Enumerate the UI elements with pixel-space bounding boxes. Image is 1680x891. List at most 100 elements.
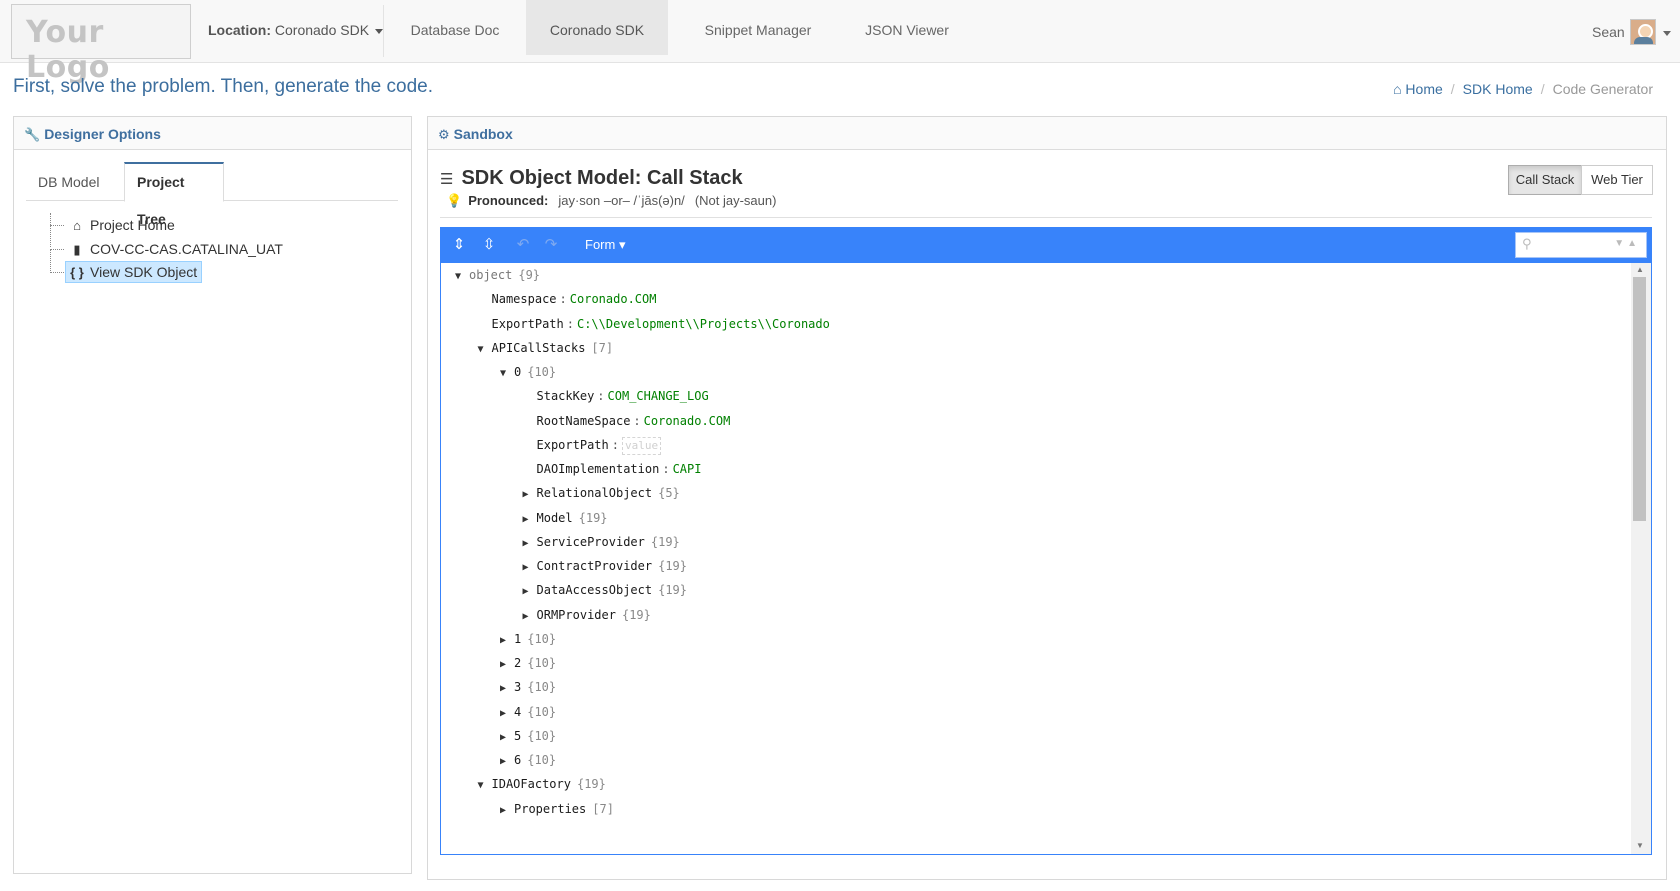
json-key[interactable]: object: [469, 268, 512, 282]
json-key[interactable]: APICallStacks: [492, 341, 586, 355]
json-tree-row[interactable]: RootNameSpace: Coronado.COM: [515, 409, 731, 433]
search-input[interactable]: ⚲ ▼▲: [1515, 232, 1647, 258]
scrollbar-thumb[interactable]: [1633, 277, 1646, 521]
json-tree-row[interactable]: ▶ 1 {10}: [492, 627, 556, 651]
json-tree-row[interactable]: ▼ object {9}: [447, 263, 540, 287]
mode-dropdown[interactable]: Form ▾: [585, 237, 625, 253]
expand-toggle-icon[interactable]: ▶: [492, 750, 514, 774]
json-tree-row[interactable]: ▶ 6 {10}: [492, 748, 556, 772]
json-key[interactable]: StackKey: [537, 389, 595, 403]
tab-project-tree[interactable]: Project Tree: [124, 162, 224, 227]
expand-toggle-icon[interactable]: ▶: [492, 677, 514, 701]
json-tree-row[interactable]: ▶ ContractProvider {19}: [515, 554, 687, 580]
collapse-toggle-icon[interactable]: ▼: [447, 265, 469, 289]
expand-all-icon[interactable]: ⇕: [447, 234, 471, 256]
search-nav-icon[interactable]: ▼▲: [1614, 238, 1640, 249]
json-tree-row[interactable]: ▶ RelationalObject {5}: [515, 481, 679, 507]
expand-toggle-icon[interactable]: ▶: [515, 580, 537, 604]
tree-item-database[interactable]: ▮ COV-CC-CAS.CATALINA_UAT: [66, 238, 287, 260]
expand-toggle-icon[interactable]: ▶: [492, 629, 514, 653]
json-key[interactable]: 0: [514, 365, 521, 379]
json-key[interactable]: Properties: [514, 802, 586, 816]
json-key[interactable]: ORMProvider: [537, 608, 616, 622]
nav-tab-coronado-sdk[interactable]: Coronado SDK: [526, 0, 668, 55]
chevron-down-icon[interactable]: [1663, 31, 1671, 36]
json-tree-row[interactable]: ▶ ServiceProvider {19}: [515, 530, 679, 556]
breadcrumb-home[interactable]: ⌂ Home: [1393, 81, 1443, 97]
tree-item-project-home[interactable]: ⌂ Project Home: [66, 214, 179, 236]
json-value[interactable]: COM_CHANGE_LOG: [608, 389, 709, 403]
undo-icon[interactable]: ↶: [511, 234, 535, 256]
json-key[interactable]: RelationalObject: [537, 486, 653, 500]
tab-db-model[interactable]: DB Model: [26, 162, 111, 202]
expand-toggle-icon[interactable]: ▶: [515, 605, 537, 629]
json-tree-row[interactable]: ▼ APICallStacks [7]: [470, 336, 613, 362]
json-key[interactable]: 2: [514, 656, 521, 670]
call-stack-button[interactable]: Call Stack: [1508, 165, 1582, 195]
collapse-toggle-icon[interactable]: ▼: [470, 338, 492, 362]
json-key[interactable]: 6: [514, 753, 521, 767]
json-value[interactable]: C:\\Development\\Projects\\Coronado: [577, 317, 830, 331]
json-tree-row[interactable]: ▶ ORMProvider {19}: [515, 603, 650, 629]
nav-tab-snippet-manager[interactable]: Snippet Manager: [684, 0, 832, 55]
json-key[interactable]: Model: [537, 511, 573, 525]
json-key[interactable]: DataAccessObject: [537, 583, 653, 597]
json-tree-row[interactable]: ExportPath: C:\\Development\\Projects\\Co…: [470, 312, 830, 336]
collapse-toggle-icon[interactable]: ▼: [492, 362, 514, 386]
collapse-toggle-icon[interactable]: ▼: [470, 774, 492, 798]
redo-icon[interactable]: ↷: [539, 234, 563, 256]
avatar[interactable]: [1630, 19, 1656, 45]
location-dropdown[interactable]: Location: Coronado SDK: [208, 22, 384, 38]
web-tier-button[interactable]: Web Tier: [1581, 165, 1653, 195]
expand-toggle-icon[interactable]: ▶: [492, 799, 514, 823]
json-key[interactable]: ExportPath: [492, 317, 564, 331]
json-value[interactable]: CAPI: [673, 462, 702, 476]
json-key[interactable]: Namespace: [492, 292, 557, 306]
json-tree-row[interactable]: ExportPath: value: [515, 433, 662, 457]
scrollbar[interactable]: ▲ ▼: [1631, 263, 1651, 854]
nav-tab-database-doc[interactable]: Database Doc: [384, 0, 526, 55]
json-key[interactable]: 5: [514, 729, 521, 743]
expand-toggle-icon[interactable]: ▶: [515, 508, 537, 532]
location-label: Location:: [208, 22, 271, 38]
json-key[interactable]: 4: [514, 705, 521, 719]
scroll-down-icon[interactable]: ▼: [1636, 841, 1644, 850]
json-key[interactable]: IDAOFactory: [492, 777, 571, 791]
json-key[interactable]: 3: [514, 680, 521, 694]
breadcrumb-sdk-home[interactable]: SDK Home: [1463, 81, 1533, 97]
json-value[interactable]: Coronado.COM: [644, 414, 731, 428]
expand-toggle-icon[interactable]: ▶: [492, 653, 514, 677]
json-tree-row[interactable]: ▶ 5 {10}: [492, 724, 556, 748]
json-tree-row[interactable]: ▼ 0 {10}: [492, 360, 556, 384]
tree-item-view-sdk-object[interactable]: { } View SDK Object: [65, 261, 203, 283]
json-tree-row[interactable]: ▼ IDAOFactory {19}: [470, 772, 605, 798]
logo[interactable]: Your Logo: [11, 4, 191, 85]
json-tree-row[interactable]: ▶ 4 {10}: [492, 700, 556, 724]
json-tree-row[interactable]: ▶ Model {19}: [515, 506, 607, 532]
json-key[interactable]: ServiceProvider: [537, 535, 645, 549]
json-tree-row[interactable]: ▶ 3 {10}: [492, 675, 556, 699]
json-key[interactable]: ExportPath: [537, 438, 609, 452]
expand-toggle-icon[interactable]: ▶: [492, 726, 514, 750]
user-name[interactable]: Sean: [1592, 24, 1625, 40]
json-tree-row[interactable]: Namespace: Coronado.COM: [470, 287, 657, 311]
json-tree-row[interactable]: ▶ DataAccessObject {19}: [515, 578, 687, 604]
json-key[interactable]: ContractProvider: [537, 559, 653, 573]
json-tree-row[interactable]: ▶ Properties [7]: [492, 797, 614, 821]
json-key[interactable]: RootNameSpace: [537, 414, 631, 428]
json-tree-row[interactable]: DAOImplementation: CAPI: [515, 457, 702, 481]
expand-toggle-icon[interactable]: ▶: [515, 532, 537, 556]
expand-toggle-icon[interactable]: ▶: [515, 556, 537, 580]
nav-tab-json-viewer[interactable]: JSON Viewer: [852, 0, 962, 55]
expand-toggle-icon[interactable]: ▶: [492, 702, 514, 726]
scroll-up-icon[interactable]: ▲: [1636, 265, 1644, 274]
collapse-all-icon[interactable]: ⇳: [477, 234, 501, 256]
json-tree-row[interactable]: ▶ 2 {10}: [492, 651, 556, 675]
json-tree-row[interactable]: StackKey: COM_CHANGE_LOG: [515, 384, 709, 408]
json-value[interactable]: Coronado.COM: [570, 292, 657, 306]
json-value-empty[interactable]: value: [621, 436, 662, 455]
json-key[interactable]: DAOImplementation: [537, 462, 660, 476]
json-key[interactable]: 1: [514, 632, 521, 646]
expand-toggle-icon[interactable]: ▶: [515, 483, 537, 507]
json-count: {19}: [658, 583, 687, 598]
